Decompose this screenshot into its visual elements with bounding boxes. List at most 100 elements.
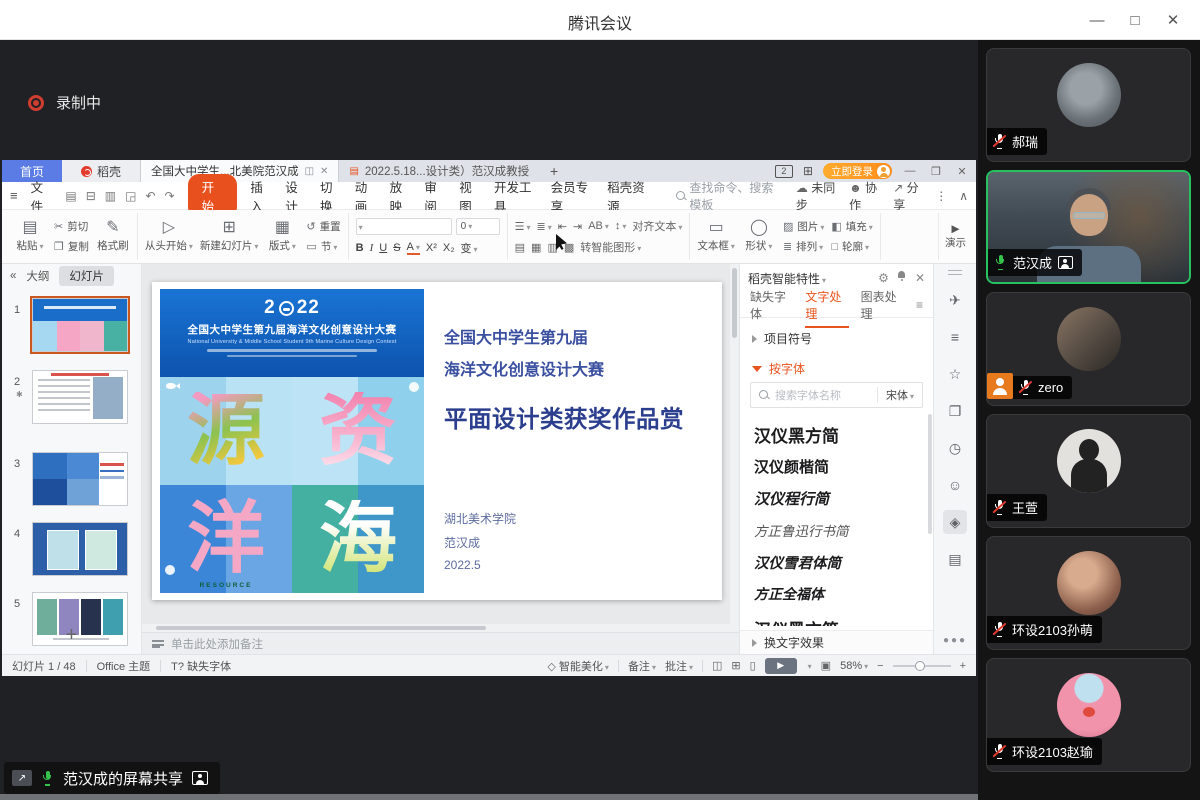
layout-button[interactable]: ▦版式	[265, 220, 299, 253]
superscript-button[interactable]: X²	[426, 242, 437, 254]
login-button[interactable]: 立即登录	[823, 163, 892, 179]
tab-outline[interactable]: 大纲	[26, 268, 49, 284]
menu-animation[interactable]: 动画	[355, 177, 377, 215]
normal-view-icon[interactable]: ◫	[712, 659, 722, 672]
reference-icon[interactable]: ▤	[943, 547, 967, 571]
document-tab-1[interactable]: 全国大中学生...北美院范汉成 ◫ ✕	[140, 160, 339, 182]
font-option-5[interactable]: 汉仪雪君体简	[754, 552, 841, 573]
slideshow-play-button[interactable]: ▶	[765, 658, 797, 674]
play-options-icon[interactable]	[806, 660, 812, 672]
align-left-icon[interactable]: ▤	[515, 241, 525, 254]
zoom-slider[interactable]	[893, 665, 951, 667]
menu-insert[interactable]: 插入	[250, 177, 272, 215]
fill-button[interactable]: ◧填充	[831, 219, 872, 234]
menu-devtools[interactable]: 开发工具	[494, 177, 538, 215]
save-icon[interactable]: ▤	[65, 189, 76, 203]
participant-tile-wangxuan[interactable]: 王萱	[986, 414, 1191, 528]
strikethrough-button[interactable]: S	[393, 242, 400, 254]
theme-name[interactable]: Office 主题	[97, 658, 151, 674]
smart-features-icon[interactable]: ◈	[943, 510, 967, 534]
slide-thumbnail-2[interactable]	[32, 370, 128, 424]
font-option-clipped[interactable]: 汉仪黑方简	[754, 616, 839, 626]
text-direction-icon[interactable]: AB	[588, 220, 609, 232]
collaborate-button[interactable]: ☻ 协作	[849, 179, 881, 213]
window-switch-icon[interactable]: 2	[775, 165, 793, 178]
copy-style-icon[interactable]: ❐	[943, 399, 967, 423]
history-icon[interactable]: ◷	[943, 436, 967, 460]
reading-view-icon[interactable]: ▯	[750, 659, 756, 672]
effects-icon[interactable]: ☆	[943, 362, 967, 386]
wps-minimize-icon[interactable]: —	[902, 165, 918, 177]
outline-button[interactable]: □轮廓	[831, 239, 872, 254]
gear-icon[interactable]: ⚙	[878, 271, 889, 285]
assistant-icon[interactable]: ☺	[943, 473, 967, 497]
by-font-section-row[interactable]: 按字体	[740, 360, 933, 377]
wps-restore-icon[interactable]: ❐	[928, 165, 944, 178]
missing-font-indicator[interactable]: T? 缺失字体	[171, 658, 231, 674]
panel-grip[interactable]	[948, 270, 962, 275]
font-option-1[interactable]: 汉仪黑方简	[754, 422, 839, 447]
apps-grid-icon[interactable]: ⊞	[803, 164, 813, 178]
hamburger-icon[interactable]: ≡	[10, 188, 18, 203]
italic-button[interactable]: I	[370, 242, 374, 254]
collapse-panel-icon[interactable]: «	[10, 270, 16, 282]
wps-close-icon[interactable]: ✕	[954, 165, 970, 178]
preview-icon[interactable]: ▥	[105, 189, 116, 203]
more-tools-icon[interactable]: ●●●	[934, 635, 976, 646]
font-size-select[interactable]: 0	[456, 218, 500, 235]
menu-view[interactable]: 视图	[459, 177, 481, 215]
close-icon[interactable]: ✕	[1154, 0, 1192, 40]
zoom-slider-knob[interactable]	[915, 661, 925, 671]
participant-tile-haorui[interactable]: 郝瑞	[986, 48, 1191, 162]
section-button[interactable]: ▭节	[306, 239, 340, 254]
format-painter-button[interactable]: ✎格式刷	[96, 220, 130, 253]
present-panel-toggle[interactable]: ▶ 演示	[938, 213, 972, 260]
menu-member[interactable]: 会员专享	[551, 177, 595, 215]
underline-button[interactable]: U	[379, 242, 387, 254]
copy-button[interactable]: ❐复制	[54, 239, 89, 254]
bell-icon[interactable]	[897, 271, 907, 281]
sorter-view-icon[interactable]: ⊞	[731, 659, 740, 672]
font-name-select[interactable]	[356, 218, 452, 235]
adjust-icon[interactable]: ≡	[943, 325, 967, 349]
number-list-icon[interactable]: ≣	[537, 220, 552, 233]
bullet-list-icon[interactable]: ☰	[515, 220, 531, 233]
zoom-out-button[interactable]: −	[877, 660, 883, 672]
pane-menu-icon[interactable]: ≡	[916, 298, 923, 312]
command-search[interactable]: 查找命令、搜索模板	[676, 179, 783, 213]
send-to-phone-icon[interactable]: ✈	[943, 288, 967, 312]
text-effect-button[interactable]: 变	[461, 240, 478, 256]
pane-scrollbar[interactable]	[928, 414, 932, 534]
font-option-4[interactable]: 方正鲁迅行书简	[754, 520, 849, 540]
notes-bar[interactable]: 单击此处添加备注	[142, 632, 739, 654]
subscript-button[interactable]: X₂	[443, 242, 455, 254]
slide-thumbnail-1[interactable]	[32, 298, 128, 352]
float-window-icon[interactable]: ◫	[305, 166, 314, 177]
slide-horizontal-scrollbar[interactable]	[142, 624, 739, 632]
font-option-6[interactable]: 方正全福体	[754, 584, 824, 604]
sync-status[interactable]: ☁ 未同步	[796, 179, 837, 213]
bullet-section-row[interactable]: 项目符号	[740, 330, 933, 347]
share-button[interactable]: ↗ 分享	[893, 179, 923, 213]
increase-indent-icon[interactable]: ⇥	[573, 220, 582, 233]
participant-tile-zhaoyu[interactable]: 环设2103赵瑜	[986, 658, 1191, 772]
close-pane-icon[interactable]: ✕	[915, 271, 925, 285]
collapse-ribbon-icon[interactable]: ∧	[959, 189, 968, 203]
redo-icon[interactable]: ↷	[165, 189, 175, 203]
tab-missing-fonts[interactable]: 缺失字体	[750, 288, 793, 322]
participant-tile-sunmeng[interactable]: 环设2103孙萌	[986, 536, 1191, 650]
font-option-3[interactable]: 汉仪程行简	[754, 488, 829, 509]
tab-slides[interactable]: 幻灯片	[59, 266, 114, 286]
print-icon[interactable]: ⊟	[86, 189, 96, 203]
task-pane-title[interactable]: 稻壳智能特性	[748, 270, 826, 287]
tab-text-processing[interactable]: 文字处理	[805, 288, 848, 322]
align-center-icon[interactable]: ▦	[531, 241, 541, 254]
tab-chart-processing[interactable]: 图表处理	[861, 288, 904, 322]
decrease-indent-icon[interactable]: ⇤	[558, 220, 567, 233]
font-color-button[interactable]: A	[407, 241, 420, 255]
notes-button[interactable]: 备注	[628, 658, 656, 674]
font-search-box[interactable]: 搜索字体名称 宋体	[750, 382, 923, 408]
menu-design[interactable]: 设计	[285, 177, 307, 215]
reset-button[interactable]: ↺重置	[306, 219, 340, 234]
bold-button[interactable]: B	[356, 242, 364, 254]
